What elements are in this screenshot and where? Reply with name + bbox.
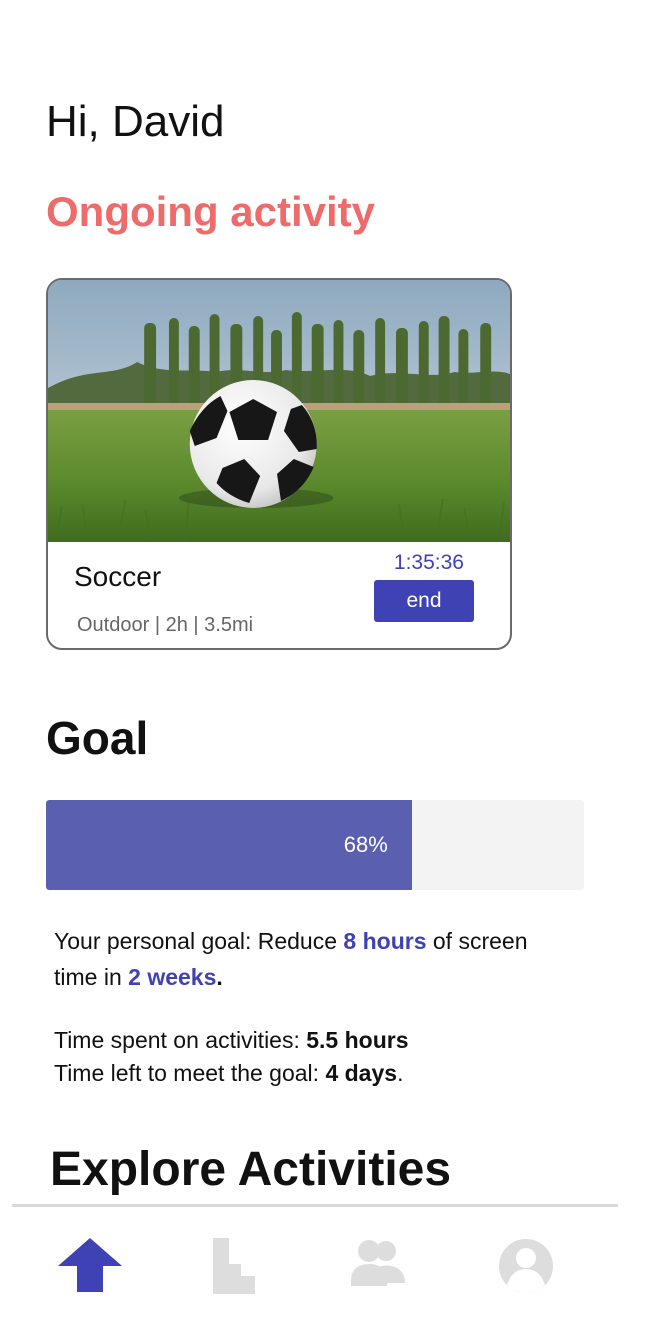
- end-activity-button[interactable]: end: [374, 580, 474, 622]
- time-left-label: Time left to meet the goal:: [54, 1060, 326, 1086]
- nav-stats-button[interactable]: [201, 1236, 265, 1296]
- meta-separator: |: [193, 614, 205, 636]
- activity-name: Soccer: [74, 561, 162, 592]
- soccer-image: [48, 280, 510, 542]
- nav-community-button[interactable]: [344, 1236, 408, 1296]
- nav-divider: [12, 1204, 618, 1207]
- home-icon: [58, 1238, 122, 1292]
- community-icon: [351, 1240, 405, 1286]
- goal-weeks: 2 weeks: [128, 964, 217, 990]
- meta-separator: |: [154, 614, 166, 636]
- activity-duration: 2h: [165, 614, 188, 636]
- profile-icon: [499, 1239, 553, 1293]
- goal-time-text: Time spent on activities: 5.5 hours Time…: [54, 1024, 554, 1090]
- stats-icon: [213, 1238, 255, 1294]
- time-left-value: 4 days: [325, 1060, 398, 1086]
- personal-goal-prefix: Your personal goal: Reduce: [54, 928, 344, 954]
- activity-category: Outdoor: [77, 614, 150, 636]
- goal-progress-label: 68%: [343, 832, 388, 857]
- personal-goal-end: .: [216, 964, 223, 990]
- nav-profile-button[interactable]: [494, 1236, 558, 1296]
- nav-home-button[interactable]: [58, 1236, 122, 1296]
- activity-timer: 1:35:36: [393, 551, 464, 574]
- ongoing-activity-title: Ongoing activity: [46, 188, 376, 235]
- bottom-navigation: [0, 1204, 668, 1336]
- personal-goal-text: Your personal goal: Reduce 8 hours of sc…: [54, 923, 554, 995]
- time-left-end: .: [397, 1060, 404, 1086]
- activity-meta: Outdoor | 2h | 3.5mi: [77, 612, 253, 638]
- greeting: Hi, David: [46, 97, 225, 146]
- explore-activities-title: Explore Activities: [50, 1143, 452, 1196]
- goal-title: Goal: [46, 712, 149, 764]
- goal-hours: 8 hours: [343, 928, 427, 954]
- goal-progress-bar: 68%: [46, 800, 584, 890]
- activity-distance: 3.5mi: [204, 614, 254, 636]
- ongoing-activity-card[interactable]: Soccer Outdoor | 2h | 3.5mi 1:35:36 end: [46, 278, 512, 650]
- time-spent-value: 5.5 hours: [306, 1027, 409, 1053]
- time-spent-label: Time spent on activities:: [54, 1027, 307, 1053]
- goal-progress-fill: 68%: [46, 800, 412, 890]
